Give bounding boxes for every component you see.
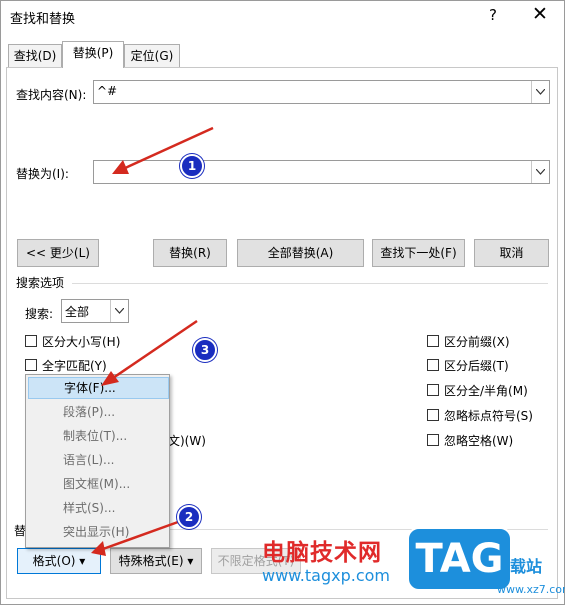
annotation-badge-3: 3 — [193, 338, 217, 362]
watermark-side-text: 载站 — [510, 557, 543, 576]
watermark-logo: TAG — [407, 527, 512, 591]
annotation-arrows — [91, 126, 214, 556]
watermark-site-name: 电脑技术网 — [262, 540, 382, 566]
watermark-url: www.tagxp.com — [262, 566, 390, 585]
annotation-badge-2: 2 — [177, 505, 201, 529]
annotation-badge-1: 1 — [180, 154, 204, 178]
watermark-side-url: www.xz7.com — [497, 583, 565, 596]
